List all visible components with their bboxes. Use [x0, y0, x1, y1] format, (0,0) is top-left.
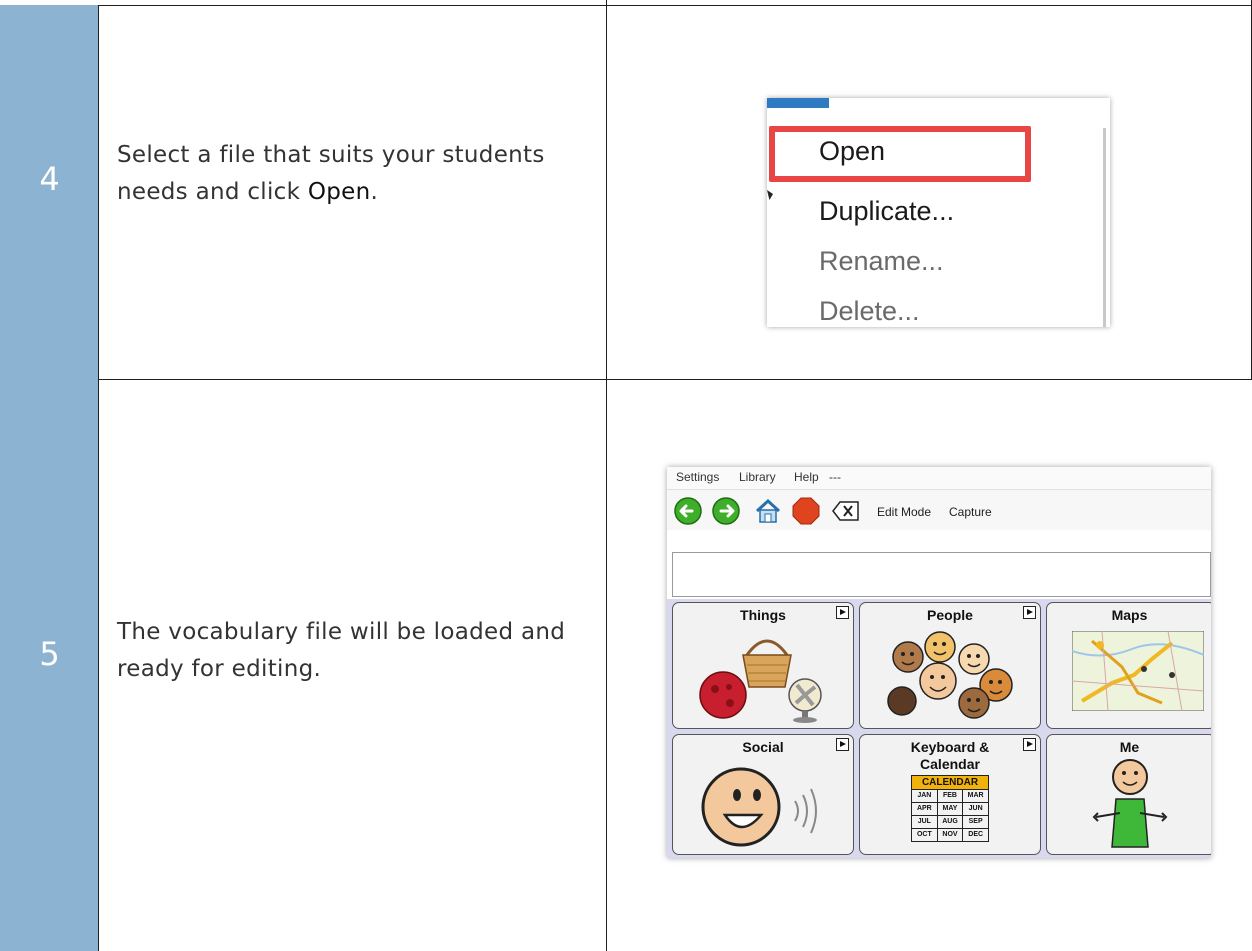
calendar-month: DEC	[963, 829, 989, 842]
calendar-title: CALENDAR	[911, 775, 989, 790]
vocabulary-app-screenshot: Settings Library Help --- Edit Mode Capt…	[667, 467, 1211, 858]
open-highlight-box	[769, 126, 1031, 182]
calendar-month: JAN	[912, 790, 938, 803]
capture-button[interactable]: Capture	[949, 505, 992, 519]
folder-arrow-icon	[1023, 738, 1036, 751]
instruction-table: 4 Select a file that suits your students…	[0, 0, 1252, 951]
menu-library[interactable]: Library	[739, 470, 776, 484]
step-number: 4	[39, 160, 60, 198]
table-row-divider	[0, 379, 1252, 380]
calendar-picture: CALENDAR JAN FEB MAR APR MAY JUN JUL AUG…	[911, 775, 989, 842]
tile-label: People	[927, 607, 973, 623]
tile-grid: Things People Maps Social Keyboard & Cal…	[667, 599, 1211, 858]
back-arrow-icon[interactable]	[673, 496, 703, 526]
social-talking-face-icon	[701, 767, 817, 847]
step-5-description: The vocabulary file will be loaded and r…	[117, 619, 566, 682]
step-4-bold-open: Open	[307, 179, 371, 205]
calendar-month: NOV	[937, 829, 964, 842]
tile-keyboard-calendar[interactable]: Keyboard & Calendar CALENDAR JAN FEB MAR…	[859, 734, 1041, 855]
step-4-period: .	[370, 179, 379, 205]
app-menubar: Settings Library Help ---	[667, 467, 1211, 490]
selected-file-strip	[767, 98, 829, 108]
tile-maps[interactable]: Maps	[1046, 602, 1211, 729]
step-cell-5: 5	[0, 380, 99, 951]
things-picture-icon	[699, 639, 822, 723]
tile-label: Things	[740, 607, 786, 623]
tile-things[interactable]: Things	[672, 602, 854, 729]
menu-item-duplicate[interactable]: Duplicate...	[819, 196, 954, 227]
calendar-months: JAN FEB MAR APR MAY JUN JUL AUG SEP OCT …	[911, 790, 989, 842]
tile-label: Maps	[1111, 607, 1148, 623]
edit-mode-button[interactable]: Edit Mode	[877, 505, 931, 519]
calendar-month: MAR	[963, 790, 989, 803]
calendar-month: MAY	[937, 803, 964, 816]
calendar-month: OCT	[912, 829, 938, 842]
step-number: 5	[39, 635, 60, 673]
me-person-icon	[1092, 759, 1168, 848]
calendar-month: SEP	[963, 816, 989, 829]
table-column-divider	[606, 0, 607, 951]
menu-item-open[interactable]: Open	[819, 136, 885, 167]
calendar-month: JUN	[963, 803, 989, 816]
menu-help[interactable]: Help	[794, 470, 819, 484]
tile-people[interactable]: People	[859, 602, 1041, 729]
app-toolbar: Edit Mode Capture	[667, 490, 1211, 530]
tile-label: Keyboard & Calendar	[910, 739, 990, 772]
menu-settings[interactable]: Settings	[676, 470, 719, 484]
step-4-description: Select a file that suits your students n…	[117, 137, 597, 211]
folder-arrow-icon	[1023, 606, 1036, 619]
cursor-icon	[767, 190, 773, 200]
forward-arrow-icon[interactable]	[711, 496, 741, 526]
home-icon[interactable]	[753, 496, 783, 526]
calendar-month: APR	[912, 803, 938, 816]
calendar-month: JUL	[912, 816, 938, 829]
step-cell-4: 4	[0, 5, 99, 380]
calendar-month: FEB	[937, 790, 964, 803]
map-picture-icon	[1072, 631, 1204, 711]
calendar-month: AUG	[937, 816, 964, 829]
folder-arrow-icon	[836, 738, 849, 751]
clear-backspace-icon[interactable]	[831, 496, 861, 526]
tile-me[interactable]: Me	[1046, 734, 1211, 855]
menu-edge	[1103, 128, 1106, 327]
table-border-top	[0, 5, 1252, 6]
tile-label: Me	[1119, 739, 1140, 755]
tile-label: Social	[742, 739, 784, 755]
tile-social[interactable]: Social	[672, 734, 854, 855]
menu-item-rename[interactable]: Rename...	[819, 246, 944, 277]
folder-arrow-icon	[836, 606, 849, 619]
menu-item-delete[interactable]: Delete...	[819, 296, 920, 327]
message-window[interactable]	[672, 552, 1211, 597]
context-menu-screenshot: Open Duplicate... Rename... Delete...	[767, 98, 1110, 327]
menu-more[interactable]: ---	[829, 470, 841, 484]
people-faces-icon	[887, 631, 1013, 719]
stop-icon[interactable]	[791, 496, 821, 526]
